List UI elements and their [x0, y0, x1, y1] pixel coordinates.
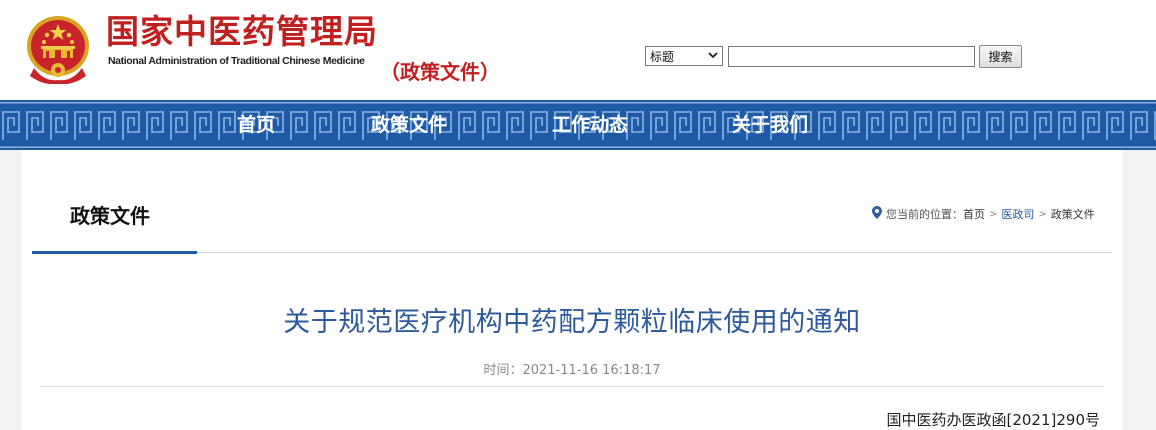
- breadcrumb-home[interactable]: 首页: [963, 206, 985, 222]
- search-input[interactable]: [728, 46, 975, 67]
- nav-item-policy[interactable]: 政策文件: [371, 113, 447, 137]
- national-emblem-icon[interactable]: [24, 10, 92, 85]
- breadcrumb-policy-docs[interactable]: 政策文件: [1051, 206, 1095, 222]
- nav-item-about[interactable]: 关于我们: [732, 113, 808, 137]
- section-label: （政策文件）: [380, 60, 500, 84]
- nav-item-news[interactable]: 工作动态: [552, 113, 628, 137]
- site-subtitle: National Administration of Traditional C…: [108, 55, 365, 67]
- article-title: 关于规范医疗机构中药配方颗粒临床使用的通知: [283, 307, 861, 338]
- site-title[interactable]: 国家中医药管理局: [106, 12, 378, 52]
- article-divider: [40, 386, 1104, 387]
- breadcrumb-medical-dept[interactable]: 医政司: [1001, 206, 1034, 222]
- breadcrumb-separator: >: [1038, 208, 1047, 220]
- breadcrumb-prefix: 您当前的位置：: [886, 208, 963, 221]
- breadcrumb: 您当前的位置： 首页 > 医政司 > 政策文件: [872, 206, 1095, 222]
- article-publish-time: 时间：2021-11-16 16:18:17: [483, 363, 661, 378]
- search-field-selected-value: 标题: [650, 49, 675, 64]
- breadcrumb-separator: >: [989, 208, 998, 220]
- chevron-down-icon: [707, 48, 719, 65]
- search-field-select[interactable]: 标题: [645, 46, 723, 66]
- search-button[interactable]: 搜索: [979, 45, 1022, 68]
- main-navigation: 首页 政策文件 工作动态 关于我们: [0, 100, 1156, 150]
- location-pin-icon: [872, 206, 882, 222]
- tab-policy-documents[interactable]: 政策文件: [70, 200, 150, 229]
- nav-item-home[interactable]: 首页: [237, 113, 275, 137]
- content-panel: 政策文件 您当前的位置： 首页 > 医政司 > 政策文件 关于规范医疗机构中药配…: [22, 150, 1122, 430]
- site-header: 国家中医药管理局 National Administration of Trad…: [0, 0, 1156, 100]
- tab-active-indicator: [32, 251, 197, 254]
- tab-divider: [197, 252, 1112, 253]
- document-number: 国中医药办医政函[2021]290号: [886, 411, 1100, 429]
